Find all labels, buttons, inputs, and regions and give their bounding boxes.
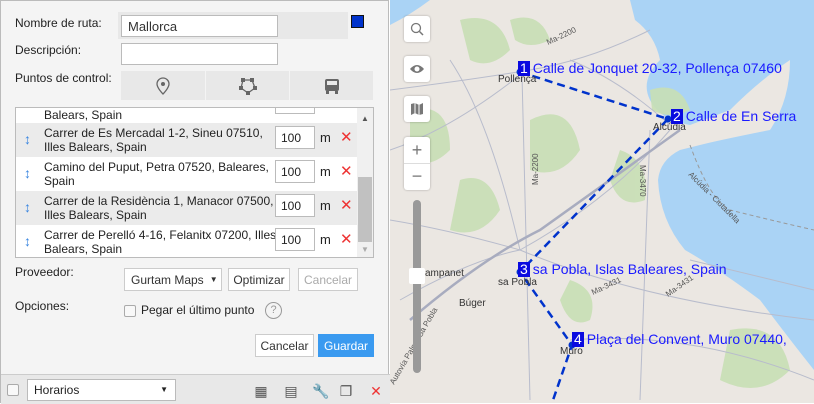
- provider-value: Gurtam Maps: [131, 272, 204, 287]
- marker-icon: [156, 76, 170, 95]
- stick-last-label: Pegar el último punto: [141, 303, 255, 317]
- marker-label: Plaça del Convent, Muro 07440,: [586, 331, 787, 347]
- calendar-icon[interactable]: ▦: [252, 383, 270, 399]
- zoom-slider-handle[interactable]: [409, 268, 425, 284]
- marker-label: Calle de Jonquet 20-32, Pollença 07460: [532, 60, 782, 76]
- route-name-label: Nombre de ruta:: [15, 16, 102, 30]
- marker-label: sa Pobla, Islas Baleares, Spain: [532, 261, 727, 277]
- map[interactable]: Ma-2200 Ma-2200 Ma-3470 Ma-3431 Ma-3431 …: [390, 0, 814, 403]
- place-label: ampanet: [425, 268, 464, 279]
- zoom-control: + −: [404, 137, 430, 190]
- radius-input[interactable]: 100: [275, 228, 315, 251]
- checkpoints-label: Puntos de control:: [15, 71, 112, 85]
- scrollbar[interactable]: ▲ ▼: [357, 108, 373, 257]
- polygon-icon: [238, 77, 257, 95]
- delete-icon[interactable]: ✕: [340, 196, 353, 214]
- list-item: ↕ Carrer de la Residència 1, Manacor 075…: [16, 191, 357, 225]
- marker-number: 2: [671, 108, 683, 124]
- scroll-down-icon[interactable]: ▼: [361, 245, 369, 254]
- marker-label: Calle de En Serra: [685, 108, 797, 124]
- route-edit-panel: Nombre de ruta: Mallorca Descripción: Pu…: [0, 0, 390, 404]
- road-label: Ma-2200: [545, 25, 578, 47]
- delete-icon[interactable]: ✕: [340, 128, 353, 146]
- polygon-mode-button[interactable]: [206, 71, 289, 100]
- copy-icon[interactable]: ❐: [337, 383, 355, 399]
- caret-down-icon: ▼: [209, 275, 218, 284]
- search-icon: [410, 22, 424, 36]
- stick-last-checkbox[interactable]: [124, 305, 136, 317]
- caret-down-icon: ▼: [160, 385, 168, 394]
- map-marker-1[interactable]: 1 Calle de Jonquet 20-32, Pollença 07460: [518, 61, 782, 76]
- grid-calendar-icon[interactable]: ▤: [282, 383, 300, 399]
- cancel-button[interactable]: Cancelar: [255, 334, 314, 357]
- zoom-out-button[interactable]: −: [412, 164, 423, 190]
- help-icon[interactable]: ?: [265, 302, 282, 319]
- map-marker-4[interactable]: 4 Plaça del Convent, Muro 07440,: [572, 332, 787, 347]
- description-input[interactable]: [121, 43, 278, 65]
- radius-input[interactable]: 100: [275, 160, 315, 183]
- checkpoint-list: Balears, Spain ↕ Carrer de Es Mercadal 1…: [15, 107, 374, 258]
- delete-icon[interactable]: ✕: [367, 383, 385, 399]
- checkpoint-address: Carrer de Es Mercadal 1-2, Sineu 07510, …: [44, 126, 263, 154]
- map-type-button[interactable]: [404, 96, 430, 122]
- cancel-optimize-button[interactable]: Cancelar: [298, 268, 358, 291]
- route-name-input[interactable]: Mallorca: [121, 15, 278, 37]
- select-all-checkbox[interactable]: [7, 384, 19, 396]
- checkpoint-address: Camino del Puput, Petra 07520, Baleares,…: [44, 160, 269, 188]
- list-item: ↕ Carrer de Es Mercadal 1-2, Sineu 07510…: [16, 123, 357, 157]
- unit-label: m: [320, 130, 331, 145]
- list-item: ↕ Camino del Puput, Petra 07520, Baleare…: [16, 157, 357, 191]
- wrench-icon[interactable]: 🔧: [312, 383, 330, 399]
- road-label: Ma-3470: [638, 165, 647, 197]
- bottom-toolbar: Horarios ▼ ▦ ▤ 🔧 ❐ ✕: [1, 374, 390, 404]
- scroll-up-icon[interactable]: ▲: [361, 114, 369, 123]
- delete-icon[interactable]: ✕: [340, 162, 353, 180]
- radius-input[interactable]: [275, 108, 315, 114]
- description-label: Descripción:: [15, 43, 82, 57]
- marker-number: 3: [518, 261, 530, 277]
- checkpoint-address: Balears, Spain: [44, 108, 123, 122]
- save-button[interactable]: Guardar: [318, 334, 374, 357]
- road-label: Ma-3431: [590, 275, 623, 297]
- checkpoint-address: Carrer de Perelló 4-16, Felanitx 07200, …: [44, 228, 277, 256]
- road-label: Ma-2200: [531, 153, 540, 185]
- schedule-value: Horarios: [34, 383, 80, 397]
- drag-handle-icon[interactable]: ↕: [24, 131, 31, 147]
- bus-icon: [324, 78, 339, 94]
- delete-icon[interactable]: ✕: [340, 230, 353, 248]
- unit-label: m: [320, 198, 331, 213]
- list-item: Balears, Spain: [16, 108, 357, 122]
- drag-handle-icon[interactable]: ↕: [24, 199, 31, 215]
- bus-mode-button[interactable]: [290, 71, 373, 100]
- map-search-button[interactable]: [404, 16, 430, 42]
- optimize-button[interactable]: Optimizar: [228, 268, 290, 291]
- marker-number: 4: [572, 331, 584, 347]
- place-label: Muro: [560, 346, 583, 357]
- schedule-select[interactable]: Horarios ▼: [27, 379, 176, 401]
- marker-number: 1: [518, 60, 530, 76]
- radius-input[interactable]: 100: [275, 194, 315, 217]
- zoom-in-button[interactable]: +: [412, 137, 423, 163]
- map-marker-3[interactable]: 3 sa Pobla, Islas Baleares, Spain: [518, 262, 727, 277]
- list-item: ↕ Carrer de Perelló 4-16, Felanitx 07200…: [16, 225, 357, 257]
- eye-icon: [410, 65, 424, 73]
- zoom-slider[interactable]: [413, 200, 421, 373]
- map-layers-visibility-button[interactable]: [404, 56, 430, 82]
- place-label: sa Pobla: [498, 277, 537, 288]
- route-color-picker[interactable]: [351, 15, 364, 28]
- provider-label: Proveedor:: [15, 265, 74, 279]
- map-icon: [411, 103, 423, 115]
- drag-handle-icon[interactable]: ↕: [24, 233, 31, 249]
- drag-handle-icon[interactable]: ↕: [24, 165, 31, 181]
- provider-select[interactable]: Gurtam Maps ▼: [124, 268, 222, 291]
- options-label: Opciones:: [15, 299, 70, 313]
- scrollbar-thumb[interactable]: [358, 177, 372, 242]
- unit-label: m: [320, 232, 331, 247]
- map-marker-2[interactable]: 2 Calle de En Serra: [671, 109, 796, 124]
- unit-label: m: [320, 164, 331, 179]
- place-label: Búger: [459, 298, 486, 309]
- radius-input[interactable]: 100: [275, 126, 315, 149]
- checkpoint-address: Carrer de la Residència 1, Manacor 07500…: [44, 194, 274, 222]
- marker-mode-button[interactable]: [121, 71, 205, 100]
